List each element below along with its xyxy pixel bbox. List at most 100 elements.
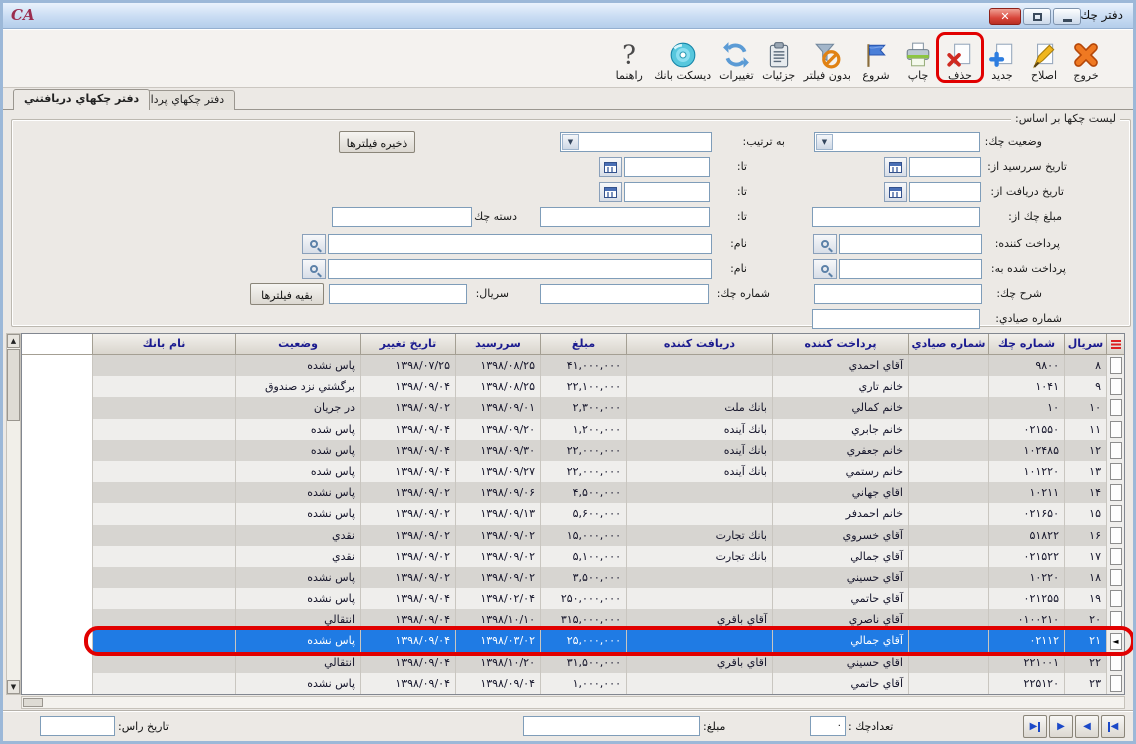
cell-status[interactable]: پاس نشده [235,588,360,609]
save-filters-button[interactable]: ذخيره فيلترها [339,131,415,153]
cell-check_no[interactable]: ۰۲۱۱۲ [988,630,1064,651]
table-row[interactable]: ۱۲۱۰۲۴۸۵خانم جعفريبانك آينده۲۲,۰۰۰,۰۰۰۱۳… [22,440,1124,461]
cell-changed[interactable]: ۱۳۹۸/۰۹/۰۲ [360,503,455,524]
cell-serial[interactable]: ۱۶ [1064,525,1106,546]
cell-bank[interactable] [92,630,235,651]
cell-check_no[interactable]: ۱۰۲۲۰ [988,567,1064,588]
nav-last-button[interactable]: ▶ [1023,715,1047,738]
toolbar-button-exit[interactable]: خروج [1065,31,1107,87]
scroll-thumb[interactable] [7,349,20,421]
toolbar-button-delete[interactable]: حذف [939,31,981,87]
cell-payer[interactable]: آقاي خسروي [772,525,908,546]
cell-due[interactable]: ۱۳۹۸/۰۹/۲۰ [455,419,540,440]
cell-payer[interactable]: آقاي احمدي [772,355,908,376]
cell-amount[interactable]: ۱,۲۰۰,۰۰۰ [540,419,626,440]
due-date-from-calendar-button[interactable] [884,157,907,177]
cell-receiver[interactable] [626,567,772,588]
cell-sayadi[interactable] [908,419,988,440]
cell-amount[interactable]: ۲۲,۰۰۰,۰۰۰ [540,461,626,482]
cell-serial[interactable]: ۲۰ [1064,609,1106,630]
cell-serial[interactable]: ۱۷ [1064,546,1106,567]
cell-payer[interactable]: آقاي حاتمي [772,673,908,694]
row-selector-cell[interactable] [1106,673,1124,694]
table-row[interactable]: ۱۶۵۱۸۲۲آقاي خسرويبانك تجارت۱۵,۰۰۰,۰۰۰۱۳۹… [22,525,1124,546]
column-header-check_no[interactable]: شماره چك [988,334,1064,355]
cell-status[interactable]: نقدي [235,546,360,567]
row-selector-cell[interactable] [1106,503,1124,524]
cell-amount[interactable]: ۴۱,۰۰۰,۰۰۰ [540,355,626,376]
cell-due[interactable]: ۱۳۹۸/۰۲/۰۴ [455,588,540,609]
cell-serial[interactable]: ۱۴ [1064,482,1106,503]
cell-due[interactable]: ۱۳۹۸/۰۹/۰۶ [455,482,540,503]
nav-prev-button[interactable]: ◀ [1075,715,1099,738]
toolbar-button-changes[interactable]: تغييرات [715,31,758,87]
chevron-down-icon[interactable]: ▼ [816,134,833,150]
nav-first-button[interactable]: ◀ [1101,715,1125,738]
row-selector-cell[interactable] [1106,652,1124,673]
cell-due[interactable]: ۱۳۹۸/۰۹/۱۳ [455,503,540,524]
cell-bank[interactable] [92,588,235,609]
cell-bank[interactable] [92,652,235,673]
cell-sayadi[interactable] [908,440,988,461]
window-maximize-button[interactable] [1023,8,1051,25]
table-row[interactable]: ۹۱۰۴۱خانم تاري۲۲,۱۰۰,۰۰۰۱۳۹۸/۰۸/۲۵۱۳۹۸/۰… [22,376,1124,397]
cell-changed[interactable]: ۱۳۹۸/۰۹/۰۴ [360,461,455,482]
cell-bank[interactable] [92,461,235,482]
cell-check_no[interactable]: ۰۲۱۶۵۰ [988,503,1064,524]
grid-vertical-scrollbar[interactable]: ▲ ▼ [6,333,21,695]
cell-status[interactable]: انتقالي [235,609,360,630]
cell-serial[interactable]: ۱۸ [1064,567,1106,588]
window-minimize-button[interactable] [1053,8,1081,25]
cell-sayadi[interactable] [908,630,988,651]
cell-check_no[interactable]: ۰۱۰۰۲۱۰ [988,609,1064,630]
column-header-sayadi[interactable]: شماره صيادي [908,334,988,355]
row-selector-cell[interactable]: ◄ [1106,630,1124,651]
cell-sayadi[interactable] [908,609,988,630]
due-date-from-input[interactable] [909,157,981,177]
cell-receiver[interactable]: آقاي باقري [626,609,772,630]
cell-due[interactable]: ۱۳۹۸/۰۹/۰۲ [455,525,540,546]
cell-receiver[interactable]: بانك تجارت [626,546,772,567]
cell-changed[interactable]: ۱۳۹۸/۰۹/۰۴ [360,419,455,440]
payer-search-button[interactable] [813,234,837,254]
cell-bank[interactable] [92,482,235,503]
cell-changed[interactable]: ۱۳۹۸/۰۹/۰۴ [360,609,455,630]
row-selector-cell[interactable] [1106,546,1124,567]
cell-status[interactable]: پاس نشده [235,673,360,694]
table-row[interactable]: ۸۹۸۰۰آقاي احمدي۴۱,۰۰۰,۰۰۰۱۳۹۸/۰۸/۲۵۱۳۹۸/… [22,355,1124,376]
cell-payer[interactable]: خانم كمالي [772,397,908,418]
row-selector-cell[interactable] [1106,525,1124,546]
cell-changed[interactable]: ۱۳۹۸/۰۹/۰۴ [360,588,455,609]
cell-due[interactable]: ۱۳۹۸/۰۳/۰۲ [455,630,540,651]
cell-due[interactable]: ۱۳۹۸/۰۸/۲۵ [455,376,540,397]
toolbar-button-new[interactable]: جديد [981,31,1023,87]
table-row[interactable]: ۱۸۱۰۲۲۰آقاي حسيني۳,۵۰۰,۰۰۰۱۳۹۸/۰۹/۰۲۱۳۹۸… [22,567,1124,588]
order-by-select[interactable]: ▼ [560,132,712,152]
cell-payer[interactable]: آقاي حسيني [772,567,908,588]
column-header-changed[interactable]: تاريخ تغيير [360,334,455,355]
cell-bank[interactable] [92,609,235,630]
sayadi-number-input[interactable] [812,309,980,329]
cell-changed[interactable]: ۱۳۹۸/۰۹/۰۴ [360,376,455,397]
cell-amount[interactable]: ۳۱,۵۰۰,۰۰۰ [540,652,626,673]
table-row[interactable]: ۲۲۲۲۱۰۰۱اقاي حسينياقاي باقري۳۱,۵۰۰,۰۰۰۱۳… [22,652,1124,673]
row-selector-cell[interactable] [1106,397,1124,418]
cell-check_no[interactable]: ۱۰۲۱۱ [988,482,1064,503]
cell-status[interactable]: پاس نشده [235,630,360,651]
cell-check_no[interactable]: ۰۲۱۲۵۵ [988,588,1064,609]
row-selector-cell[interactable] [1106,355,1124,376]
cell-sayadi[interactable] [908,355,988,376]
row-selector-cell[interactable] [1106,440,1124,461]
cell-serial[interactable]: ۲۱ [1064,630,1106,651]
cell-payer[interactable]: خانم احمدفر [772,503,908,524]
cell-status[interactable]: برگشتي نزد صندوق [235,376,360,397]
row-selector-cell[interactable] [1106,482,1124,503]
cell-due[interactable]: ۱۳۹۸/۰۹/۳۰ [455,440,540,461]
cell-bank[interactable] [92,419,235,440]
cell-receiver[interactable]: بانك ملت [626,397,772,418]
grid-horizontal-scrollbar[interactable] [21,696,1125,709]
cell-changed[interactable]: ۱۳۹۸/۰۹/۰۲ [360,482,455,503]
cell-changed[interactable]: ۱۳۹۸/۰۹/۰۲ [360,546,455,567]
column-header-due[interactable]: سررسيد [455,334,540,355]
payer-name-search-button[interactable] [302,234,326,254]
